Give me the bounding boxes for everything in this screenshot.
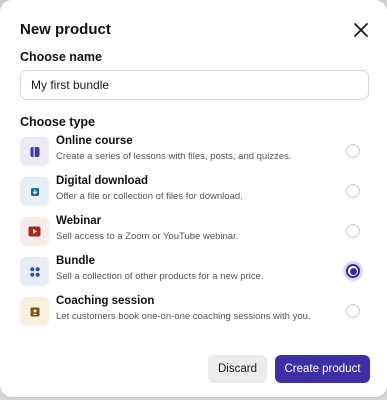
type-description: Let customers book one-on-one coaching s… xyxy=(56,311,311,322)
type-option-bundle[interactable]: Bundle Sell a collection of other produc… xyxy=(20,255,369,289)
type-title: Online course xyxy=(56,135,133,147)
radio-coaching-session[interactable] xyxy=(346,304,360,318)
radio-webinar[interactable] xyxy=(346,224,360,238)
product-name-input[interactable] xyxy=(20,70,369,100)
download-icon xyxy=(20,177,49,206)
radio-online-course[interactable] xyxy=(346,144,360,158)
radio-selected-dot xyxy=(349,267,357,275)
course-icon xyxy=(20,137,49,166)
radio-digital-download[interactable] xyxy=(346,184,360,198)
choose-type-label: Choose type xyxy=(20,115,96,129)
type-description: Create a series of lessons with files, p… xyxy=(56,151,292,162)
video-play-icon xyxy=(20,217,49,246)
discard-button[interactable]: Discard xyxy=(208,355,267,383)
grid-icon xyxy=(20,257,49,286)
type-title: Webinar xyxy=(56,215,102,227)
type-title: Coaching session xyxy=(56,295,155,307)
type-option-coaching-session[interactable]: Coaching session Let customers book one-… xyxy=(20,295,369,329)
type-title: Digital download xyxy=(56,175,148,187)
modal-title: New product xyxy=(20,21,111,38)
type-option-online-course[interactable]: Online course Create a series of lessons… xyxy=(20,135,369,169)
close-icon xyxy=(354,23,368,37)
type-option-digital-download[interactable]: Digital download Offer a file or collect… xyxy=(20,175,369,209)
new-product-modal: New product Choose name Choose type Onli… xyxy=(0,0,387,397)
type-description: Offer a file or collection of files for … xyxy=(56,191,243,202)
type-description: Sell access to a Zoom or YouTube webinar… xyxy=(56,231,239,242)
person-card-icon xyxy=(20,297,49,326)
create-product-button[interactable]: Create product xyxy=(275,355,370,383)
type-title: Bundle xyxy=(56,255,95,267)
choose-name-label: Choose name xyxy=(20,50,102,64)
type-description: Sell a collection of other products for … xyxy=(56,271,264,282)
radio-bundle[interactable] xyxy=(346,264,360,278)
close-button[interactable] xyxy=(350,19,372,41)
type-option-webinar[interactable]: Webinar Sell access to a Zoom or YouTube… xyxy=(20,215,369,249)
